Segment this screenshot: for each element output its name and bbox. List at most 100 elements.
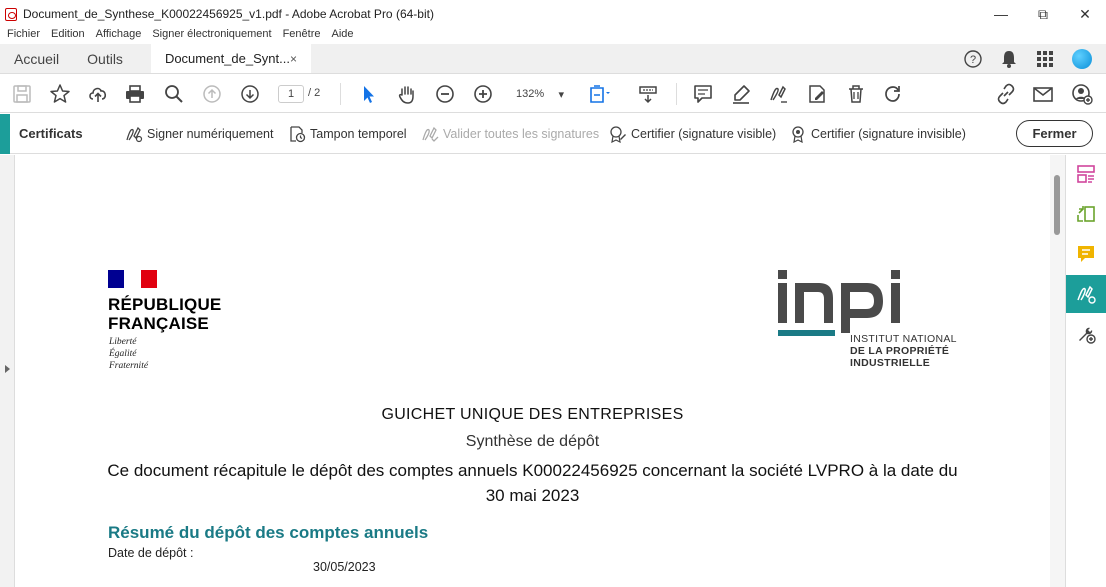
certificate-icon[interactable] [1066, 275, 1106, 313]
select-cursor-icon[interactable] [358, 83, 380, 105]
link-icon[interactable] [995, 83, 1017, 105]
certify-invisible-button[interactable]: Certifier (signature invisible) [789, 125, 966, 143]
rf-motto-3: Fraternité [109, 361, 149, 371]
menu-aide[interactable]: Aide [332, 28, 354, 44]
certify-visible-label: Certifier (signature visible) [631, 127, 777, 141]
bell-icon[interactable] [1000, 50, 1018, 68]
menu-bar: Fichier Edition Affichage Signer électro… [0, 28, 1106, 44]
inpi-sub-1: INSTITUT NATIONAL [850, 333, 957, 345]
certify-visible-button[interactable]: Certifier (signature visible) [609, 125, 776, 143]
rf-title-line2: FRANÇAISE [108, 314, 209, 333]
toolbar-divider [676, 83, 677, 105]
window-title: Document_de_Synthese_K00022456925_v1.pdf… [23, 7, 434, 21]
apps-grid-icon[interactable] [1036, 50, 1054, 68]
page-total: / 2 [308, 87, 321, 99]
minimize-button[interactable]: — [980, 0, 1022, 28]
timestamp-button[interactable]: Tampon temporel [288, 125, 407, 143]
tab-close-button[interactable]: × [290, 52, 297, 66]
account-add-icon[interactable] [1071, 83, 1093, 105]
close-certificates-button[interactable]: Fermer [1016, 120, 1093, 147]
edit-icon[interactable] [806, 83, 828, 105]
toolbar-divider [340, 83, 341, 105]
document-subheading: Synthèse de dépôt [465, 433, 600, 450]
vertical-scrollbar[interactable] [1050, 155, 1065, 587]
tab-document[interactable]: Document_de_Synt... × [150, 44, 311, 73]
search-icon[interactable] [163, 83, 185, 105]
mail-icon[interactable] [1032, 83, 1054, 105]
page-up-icon[interactable] [201, 83, 223, 105]
tab-document-label: Document_de_Synt... [164, 51, 290, 66]
print-icon[interactable] [124, 83, 146, 105]
chevron-down-icon: ▾ [558, 88, 564, 101]
svg-text:?: ? [970, 54, 976, 66]
zoom-select[interactable]: 132% ▾ [511, 85, 569, 103]
sign-digitally-label: Signer numériquement [147, 127, 274, 141]
organize-icon[interactable] [1066, 155, 1106, 193]
highlight-icon[interactable] [730, 83, 752, 105]
inpi-sub-2: DE LA PROPRIÉTÉ [850, 345, 950, 357]
zoom-out-icon[interactable] [434, 83, 456, 105]
certbar-accent [0, 113, 10, 154]
rf-motto-1: Liberté [109, 337, 137, 347]
rf-title-line1: RÉPUBLIQUE [108, 295, 222, 314]
timestamp-icon [290, 126, 306, 143]
document-description: Ce document récapitule le dépôt des comp… [107, 461, 958, 505]
certify-invisible-label: Certifier (signature invisible) [811, 127, 966, 141]
page-number-input[interactable]: 1 [278, 85, 304, 103]
main-toolbar: 1 / 2 132% ▾ [0, 75, 1106, 113]
scrollbar-thumb[interactable] [1054, 175, 1060, 235]
rotate-icon[interactable] [882, 83, 904, 105]
expand-arrow-icon [5, 365, 10, 373]
zoom-value: 132% [516, 88, 545, 100]
validate-all-button[interactable]: Valider toutes les signatures [421, 125, 599, 143]
validate-all-label: Valider toutes les signatures [443, 127, 600, 141]
export-icon[interactable] [1066, 195, 1106, 233]
help-icon[interactable]: ? [964, 50, 982, 68]
delete-icon[interactable] [845, 83, 867, 105]
left-panel-toggle[interactable] [0, 155, 15, 587]
certbar-title: Certificats [19, 126, 83, 141]
tools-add-icon[interactable] [1066, 315, 1106, 353]
sign-digitally-button[interactable]: Signer numériquement [125, 125, 273, 143]
document-view[interactable]: RÉPUBLIQUE FRANÇAISE Liberté Égalité Fra… [15, 155, 1050, 587]
fit-page-icon[interactable] [588, 83, 610, 105]
rf-motto-2: Égalité [109, 349, 137, 359]
validate-signature-icon [422, 126, 439, 142]
hand-icon[interactable] [396, 83, 418, 105]
zoom-in-icon[interactable] [472, 83, 494, 105]
menu-edition[interactable]: Edition [51, 28, 85, 44]
certify-invisible-icon [792, 126, 804, 143]
tab-tools[interactable]: Outils [73, 44, 137, 73]
menu-fichier[interactable]: Fichier [7, 28, 40, 44]
close-window-button[interactable]: ✕ [1064, 0, 1106, 28]
deposit-date-label: Date de dépôt : [108, 546, 194, 560]
sign-pen-icon [126, 126, 143, 143]
save-icon[interactable] [11, 83, 33, 105]
deposit-date-value: 30/05/2023 [313, 560, 376, 574]
sign-icon[interactable] [767, 83, 789, 105]
rf-title: RÉPUBLIQUE FRANÇAISE [108, 295, 221, 333]
comment-icon[interactable] [692, 83, 714, 105]
menu-fenetre[interactable]: Fenêtre [283, 28, 321, 44]
tab-bar: Accueil Outils Document_de_Synt... × ? [0, 44, 1106, 74]
republique-francaise-flag [108, 270, 157, 288]
menu-affichage[interactable]: Affichage [96, 28, 142, 44]
timestamp-label: Tampon temporel [310, 127, 407, 141]
restore-button[interactable]: ⧉ [1022, 0, 1064, 28]
certificates-toolbar: Certificats Signer numériquement Tampon … [0, 113, 1106, 154]
page-down-icon[interactable] [239, 83, 261, 105]
star-icon[interactable] [49, 83, 71, 105]
tab-home[interactable]: Accueil [0, 44, 73, 73]
document-heading: GUICHET UNIQUE DES ENTREPRISES [381, 406, 684, 423]
comment-icon[interactable] [1066, 235, 1106, 273]
right-tools-panel [1065, 155, 1106, 587]
scroll-mode-icon[interactable] [637, 83, 659, 105]
rf-motto: Liberté Égalité Fraternité [109, 336, 148, 372]
inpi-subtitle: INSTITUT NATIONAL DE LA PROPRIÉTÉ INDUST… [850, 333, 957, 369]
user-avatar[interactable] [1072, 49, 1092, 69]
cloud-upload-icon[interactable] [87, 83, 109, 105]
pdf-file-icon [5, 7, 17, 21]
menu-signer[interactable]: Signer électroniquement [152, 28, 271, 44]
section-title: Résumé du dépôt des comptes annuels [108, 523, 429, 542]
inpi-sub-3: INDUSTRIELLE [850, 357, 931, 369]
